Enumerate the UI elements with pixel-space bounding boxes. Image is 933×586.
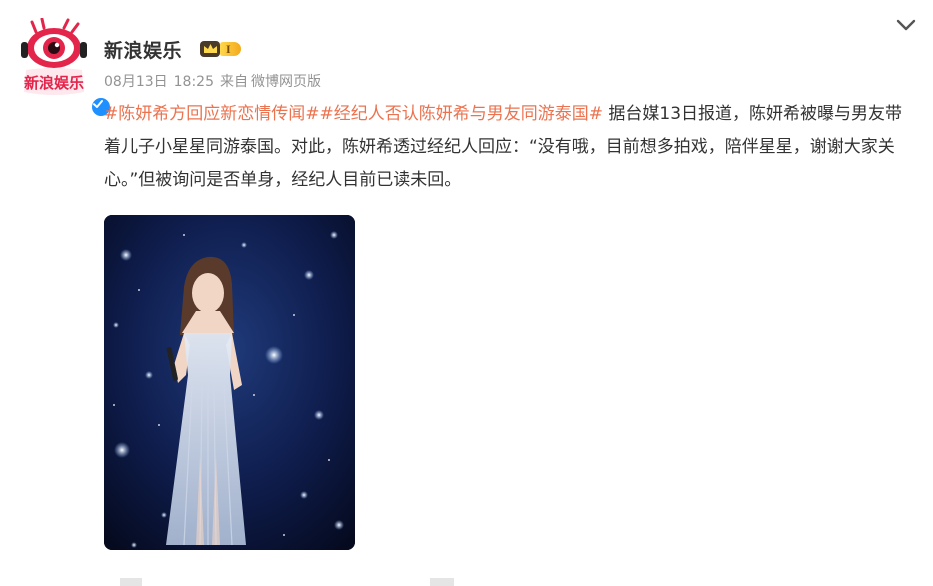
vip-badge[interactable]: I	[200, 40, 241, 58]
author-name[interactable]: 新浪娱乐	[104, 36, 182, 63]
topic-link[interactable]: #经纪人否认陈妍希与男友同游泰国#	[320, 104, 604, 124]
verified-check-icon	[93, 100, 103, 108]
crown-icon	[200, 41, 220, 57]
concert-photo-icon	[104, 215, 355, 550]
post-source: 微博网页版	[251, 74, 321, 90]
weibo-post-card: 新浪娱乐 新浪娱乐 I 08月13日 18:25 来自 微博网页版 #陈妍希方回应新恋…	[0, 0, 933, 586]
post-time[interactable]: 18:25	[174, 74, 214, 90]
post-date[interactable]: 08月13日	[104, 74, 168, 90]
post-meta: 08月13日 18:25 来自 微博网页版	[104, 71, 327, 91]
source-prefix: 来自	[220, 74, 248, 90]
author-avatar[interactable]: 新浪娱乐	[14, 18, 112, 118]
post-image[interactable]	[104, 215, 355, 550]
chevron-down-icon[interactable]	[894, 15, 918, 35]
topic-link[interactable]: #陈妍希方回应新恋情传闻#	[104, 104, 320, 124]
svg-text:新浪娱乐: 新浪娱乐	[24, 74, 84, 92]
vip-level: I	[220, 42, 241, 56]
post-text: #陈妍希方回应新恋情传闻##经纪人否认陈妍希与男友同游泰国# 据台媒13日报道，…	[104, 98, 919, 197]
sina-eye-logo-icon: 新浪娱乐	[21, 18, 87, 95]
